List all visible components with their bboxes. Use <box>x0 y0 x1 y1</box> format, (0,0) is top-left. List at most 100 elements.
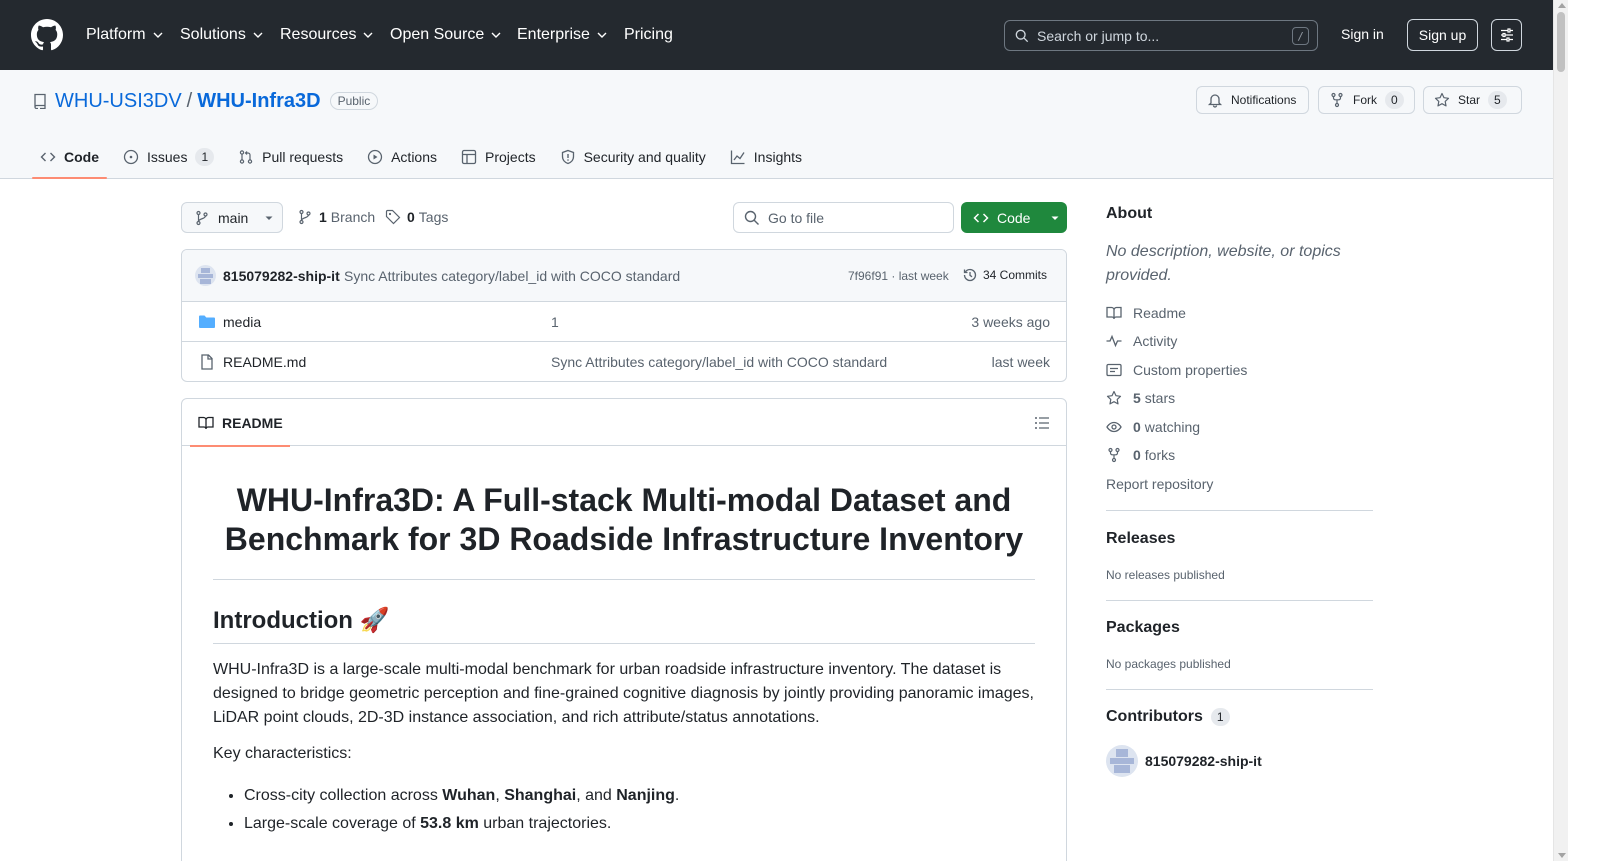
contributor-name-link[interactable]: 815079282-ship-it <box>1145 753 1262 769</box>
stars-label: stars <box>1144 390 1176 406</box>
scroll-up-arrow[interactable] <box>1558 3 1566 8</box>
chevron-down-icon <box>597 32 607 38</box>
bullet-end: . <box>674 787 680 804</box>
git-pull-request-icon <box>239 150 253 164</box>
go-to-file-placeholder: Go to file <box>768 209 825 226</box>
readme-intro-heading: Introduction 🚀 <box>213 606 1035 644</box>
file-commit-message[interactable]: Sync Attributes category/label_id with C… <box>551 354 887 370</box>
fork-label: Fork <box>1353 93 1377 107</box>
search-icon <box>1015 29 1029 42</box>
search-shortcut-key: / <box>1292 27 1309 45</box>
readme-panel: README WHU-Infra3D: A Full-stack Multi-m… <box>181 398 1067 861</box>
go-to-file-input[interactable]: Go to file <box>733 202 954 233</box>
tab-projects[interactable]: Projects <box>453 137 544 177</box>
visibility-badge: Public <box>329 92 379 110</box>
pulse-icon <box>1106 334 1122 348</box>
file-commit-message[interactable]: 1 <box>551 314 559 330</box>
table-row[interactable]: media 1 3 weeks ago <box>182 302 1066 342</box>
tab-pull-requests-label: Pull requests <box>262 149 344 165</box>
packages-heading[interactable]: Packages <box>1106 619 1180 637</box>
star-button[interactable]: Star 5 <box>1423 86 1522 114</box>
sidebar-activity-link[interactable]: Activity <box>1106 333 1177 349</box>
commits-history-link[interactable]: 34 Commits <box>962 267 1047 283</box>
commit-hash-time[interactable]: 7f96f91 · last week <box>848 269 949 283</box>
file-name-link[interactable]: media <box>223 314 261 330</box>
sidebar-forks-link[interactable]: 0 forks <box>1106 447 1175 463</box>
avatar[interactable] <box>1106 745 1138 777</box>
global-search-input[interactable]: Search or jump to... / <box>1004 20 1318 51</box>
city-nanjing: Nanjing <box>616 787 675 804</box>
repo-name-link[interactable]: WHU-Infra3D <box>197 90 320 113</box>
table-icon <box>461 149 477 165</box>
tag-count: 0 <box>407 209 415 225</box>
coverage-km: 53.8 km <box>420 815 479 832</box>
avatar[interactable] <box>195 265 216 286</box>
triangle-down-icon <box>265 216 273 220</box>
sidebar-watching-link[interactable]: 0 watching <box>1106 419 1200 435</box>
scrollbar-thumb[interactable] <box>1557 12 1565 72</box>
tags-link[interactable]: 0 Tags <box>385 209 448 225</box>
issues-count: 1 <box>195 148 215 166</box>
nav-platform[interactable]: Platform <box>86 24 164 46</box>
table-row[interactable]: README.md Sync Attributes category/label… <box>182 342 1066 381</box>
star-count: 5 <box>1488 91 1507 109</box>
book-icon <box>1106 306 1122 320</box>
chevron-down-icon <box>253 32 263 38</box>
nav-open-source[interactable]: Open Source <box>390 24 502 46</box>
sidebar-custom-properties-link[interactable]: Custom properties <box>1106 362 1247 378</box>
tab-actions[interactable]: Actions <box>359 137 445 177</box>
nav-solutions[interactable]: Solutions <box>180 24 264 46</box>
scroll-down-arrow[interactable] <box>1558 853 1566 858</box>
tab-pull-requests[interactable]: Pull requests <box>230 137 351 177</box>
branches-link[interactable]: 1 Branch <box>297 209 375 225</box>
commit-message-link[interactable]: Sync Attributes category/label_id with C… <box>344 268 680 284</box>
tab-security[interactable]: Security and quality <box>552 137 714 177</box>
git-branch-icon <box>196 210 208 225</box>
fork-button[interactable]: Fork 0 <box>1318 86 1415 114</box>
tab-actions-label: Actions <box>391 149 438 165</box>
repo-owner-link[interactable]: WHU-USI3DV <box>55 90 182 113</box>
tab-insights-label: Insights <box>753 149 803 165</box>
sign-up-button[interactable]: Sign up <box>1407 19 1478 51</box>
packages-text: No packages published <box>1106 657 1231 671</box>
readme-tab-label: README <box>222 414 283 431</box>
menu-button[interactable] <box>1491 19 1522 51</box>
tab-issues[interactable]: Issues 1 <box>115 137 222 177</box>
nav-enterprise-label: Enterprise <box>517 26 590 43</box>
github-logo-icon[interactable] <box>31 19 63 51</box>
nav-resources[interactable]: Resources <box>280 24 374 46</box>
sidebar-divider <box>1106 689 1373 690</box>
commit-author-link[interactable]: 815079282-ship-it <box>223 268 340 284</box>
tab-insights[interactable]: Insights <box>722 137 810 177</box>
contributors-heading[interactable]: Contributors 1 <box>1106 708 1230 726</box>
fork-count: 0 <box>1385 91 1404 109</box>
file-name-link[interactable]: README.md <box>223 354 306 370</box>
sidebar-readme-link[interactable]: Readme <box>1106 305 1186 321</box>
tag-label: Tags <box>418 209 449 225</box>
tab-code[interactable]: Code <box>32 137 107 179</box>
notifications-button[interactable]: Notifications <box>1196 86 1309 114</box>
repo-forked-icon <box>1331 92 1343 108</box>
folder-icon <box>199 315 215 328</box>
nav-pricing-label: Pricing <box>624 26 673 43</box>
report-repository-link[interactable]: Report repository <box>1106 476 1213 492</box>
chevron-down-icon <box>491 32 501 38</box>
readme-intro-paragraph: WHU-Infra3D is a large-scale multi-modal… <box>213 661 1034 726</box>
eye-icon <box>1106 421 1122 433</box>
branch-select-button[interactable]: main <box>181 202 283 233</box>
watching-count: 0 <box>1133 419 1141 435</box>
shield-icon <box>561 149 574 165</box>
readme-tab[interactable]: README <box>190 399 290 447</box>
identicon-icon <box>1110 749 1134 773</box>
code-dropdown-button[interactable]: Code <box>961 202 1067 233</box>
forks-count: 0 <box>1133 447 1141 463</box>
bullet-sep: , <box>495 787 505 804</box>
sidebar-stars-link[interactable]: 5 stars <box>1106 390 1175 406</box>
nav-enterprise[interactable]: Enterprise <box>517 24 608 46</box>
nav-platform-label: Platform <box>86 26 146 43</box>
list-unordered-icon[interactable] <box>1034 415 1050 431</box>
nav-pricing[interactable]: Pricing <box>624 24 673 46</box>
page-scrollbar[interactable] <box>1553 0 1568 861</box>
releases-heading[interactable]: Releases <box>1106 530 1175 548</box>
sign-in-link[interactable]: Sign in <box>1341 26 1384 42</box>
